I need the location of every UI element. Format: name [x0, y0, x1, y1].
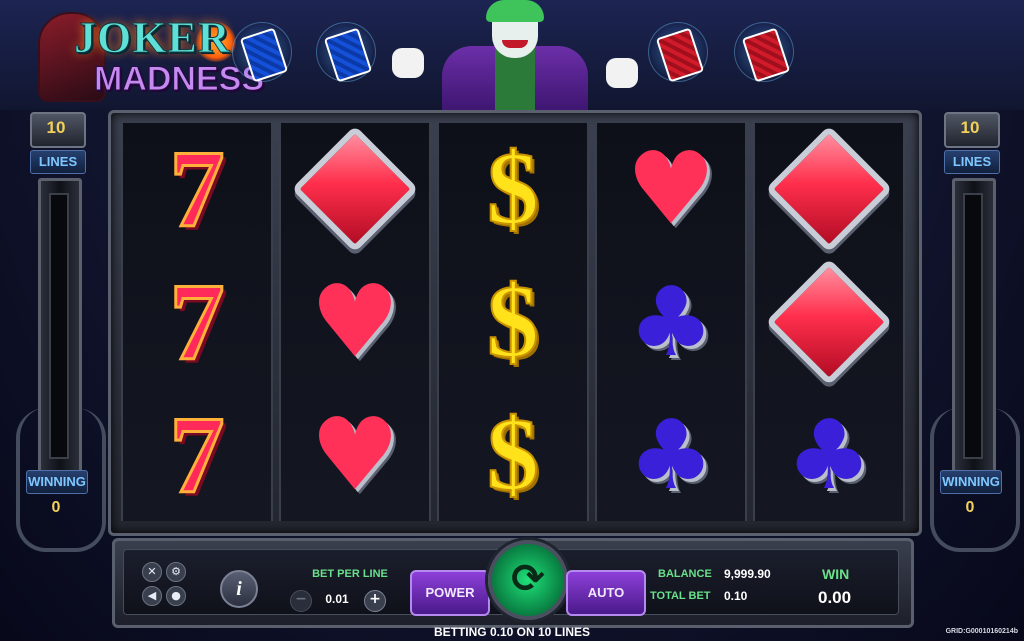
right-lines-panel: 10 LINES WINNING 0 [930, 112, 1020, 552]
info-button[interactable]: i [220, 570, 258, 608]
reel-cell: ♥ [281, 389, 429, 521]
red-card-icon [648, 22, 708, 83]
reel-cell: $ [439, 389, 587, 521]
bet-per-line-label: BET PER LINE [312, 568, 388, 580]
seven-symbol-icon: 7 [168, 261, 226, 383]
right-lines-count: 10 [960, 118, 980, 137]
dollar-symbol-icon: $ [486, 264, 540, 379]
club-symbol-icon: ♣ [627, 266, 715, 378]
win-label: WIN [822, 566, 850, 582]
settings-icon[interactable]: ⚙ [166, 562, 186, 582]
right-winning-value: 0 [965, 499, 975, 516]
reel-5: ♣ [753, 123, 905, 521]
power-button[interactable]: POWER [410, 570, 490, 616]
left-winning-label: WINNING [26, 470, 88, 494]
joker-left-hand [392, 48, 424, 78]
reel-4: ♥ ♣ ♣ [595, 123, 747, 521]
diamond-symbol-icon [291, 125, 419, 253]
left-lines-label: LINES [30, 150, 86, 174]
reel-cell: 7 [123, 389, 271, 521]
reel-cell: 7 [123, 123, 271, 255]
left-lines-panel: 10 LINES WINNING 0 [16, 112, 106, 552]
reel-cell: $ [439, 256, 587, 388]
reel-1: 7 7 7 [121, 123, 273, 521]
red-card-icon [734, 22, 794, 83]
balance-label: BALANCE [658, 568, 712, 580]
club-symbol-icon: ♣ [785, 399, 873, 511]
club-symbol-icon: ♣ [627, 399, 715, 511]
seven-symbol-icon: 7 [168, 128, 226, 250]
right-lines-label: LINES [944, 150, 1000, 174]
grid-id: GRID:G00010160214b [945, 628, 1018, 635]
balance-value: 9,999.90 [724, 567, 771, 581]
bet-increase-button[interactable]: + [364, 590, 386, 612]
reel-cell: $ [439, 123, 587, 255]
reel-cell: ♣ [755, 389, 903, 521]
auto-button[interactable]: AUTO [566, 570, 646, 616]
dollar-symbol-icon: $ [486, 131, 540, 246]
reel-cell: ♣ [597, 256, 745, 388]
reel-cell: ♣ [597, 389, 745, 521]
blue-card-icon [232, 22, 292, 83]
diamond-symbol-icon [765, 125, 893, 253]
joker-right-hand [606, 58, 638, 88]
logo-title-line1: JOKER [74, 13, 231, 63]
spin-button[interactable]: ⟳ [488, 540, 568, 620]
control-panel: ✕ ⚙ ◀ ● i BET PER LINE − 0.01 + POWER ⟳ … [112, 538, 914, 628]
diamond-symbol-icon [765, 258, 893, 386]
win-value: 0.00 [818, 588, 852, 607]
reel-cell: 7 [123, 256, 271, 388]
total-bet-value: 0.10 [724, 589, 748, 603]
reel-cell: ♥ [597, 123, 745, 255]
reel-frame: 7 7 7 ♥ ♥ $ $ $ ♥ ♣ ♣ ♣ [108, 110, 922, 536]
betting-summary: BETTING 0.10 ON 10 LINES [433, 625, 591, 639]
left-lines-count: 10 [46, 118, 66, 137]
reel-2: ♥ ♥ [279, 123, 431, 521]
reel-3: $ $ $ [437, 123, 589, 521]
reel-cell: ♥ [281, 256, 429, 388]
reel-cell [755, 123, 903, 255]
heart-symbol-icon: ♥ [626, 130, 716, 247]
control-panel-inner: ✕ ⚙ ◀ ● i BET PER LINE − 0.01 + POWER ⟳ … [123, 540, 899, 620]
dollar-symbol-icon: $ [486, 397, 540, 512]
heart-symbol-icon: ♥ [310, 396, 400, 513]
blue-card-icon [316, 22, 376, 83]
history-icon[interactable]: ● [166, 586, 186, 606]
total-bet-label: TOTAL BET [650, 590, 711, 602]
joker-character [392, 0, 638, 112]
fullscreen-icon[interactable]: ✕ [142, 562, 162, 582]
sound-icon[interactable]: ◀ [142, 586, 162, 606]
right-win-meter [952, 178, 996, 474]
left-winning-value: 0 [51, 499, 61, 516]
game-logo: JOKER MADNESS [38, 8, 265, 104]
reel-cell [755, 256, 903, 388]
reel-cell [281, 123, 429, 255]
spin-arrows-icon: ⟳ [511, 556, 545, 602]
bet-per-line-value: 0.01 [325, 592, 349, 606]
left-win-meter [38, 178, 82, 474]
right-winning-label: WINNING [940, 470, 1002, 494]
heart-symbol-icon: ♥ [310, 263, 400, 380]
seven-symbol-icon: 7 [168, 394, 226, 516]
bet-decrease-button[interactable]: − [290, 590, 312, 612]
